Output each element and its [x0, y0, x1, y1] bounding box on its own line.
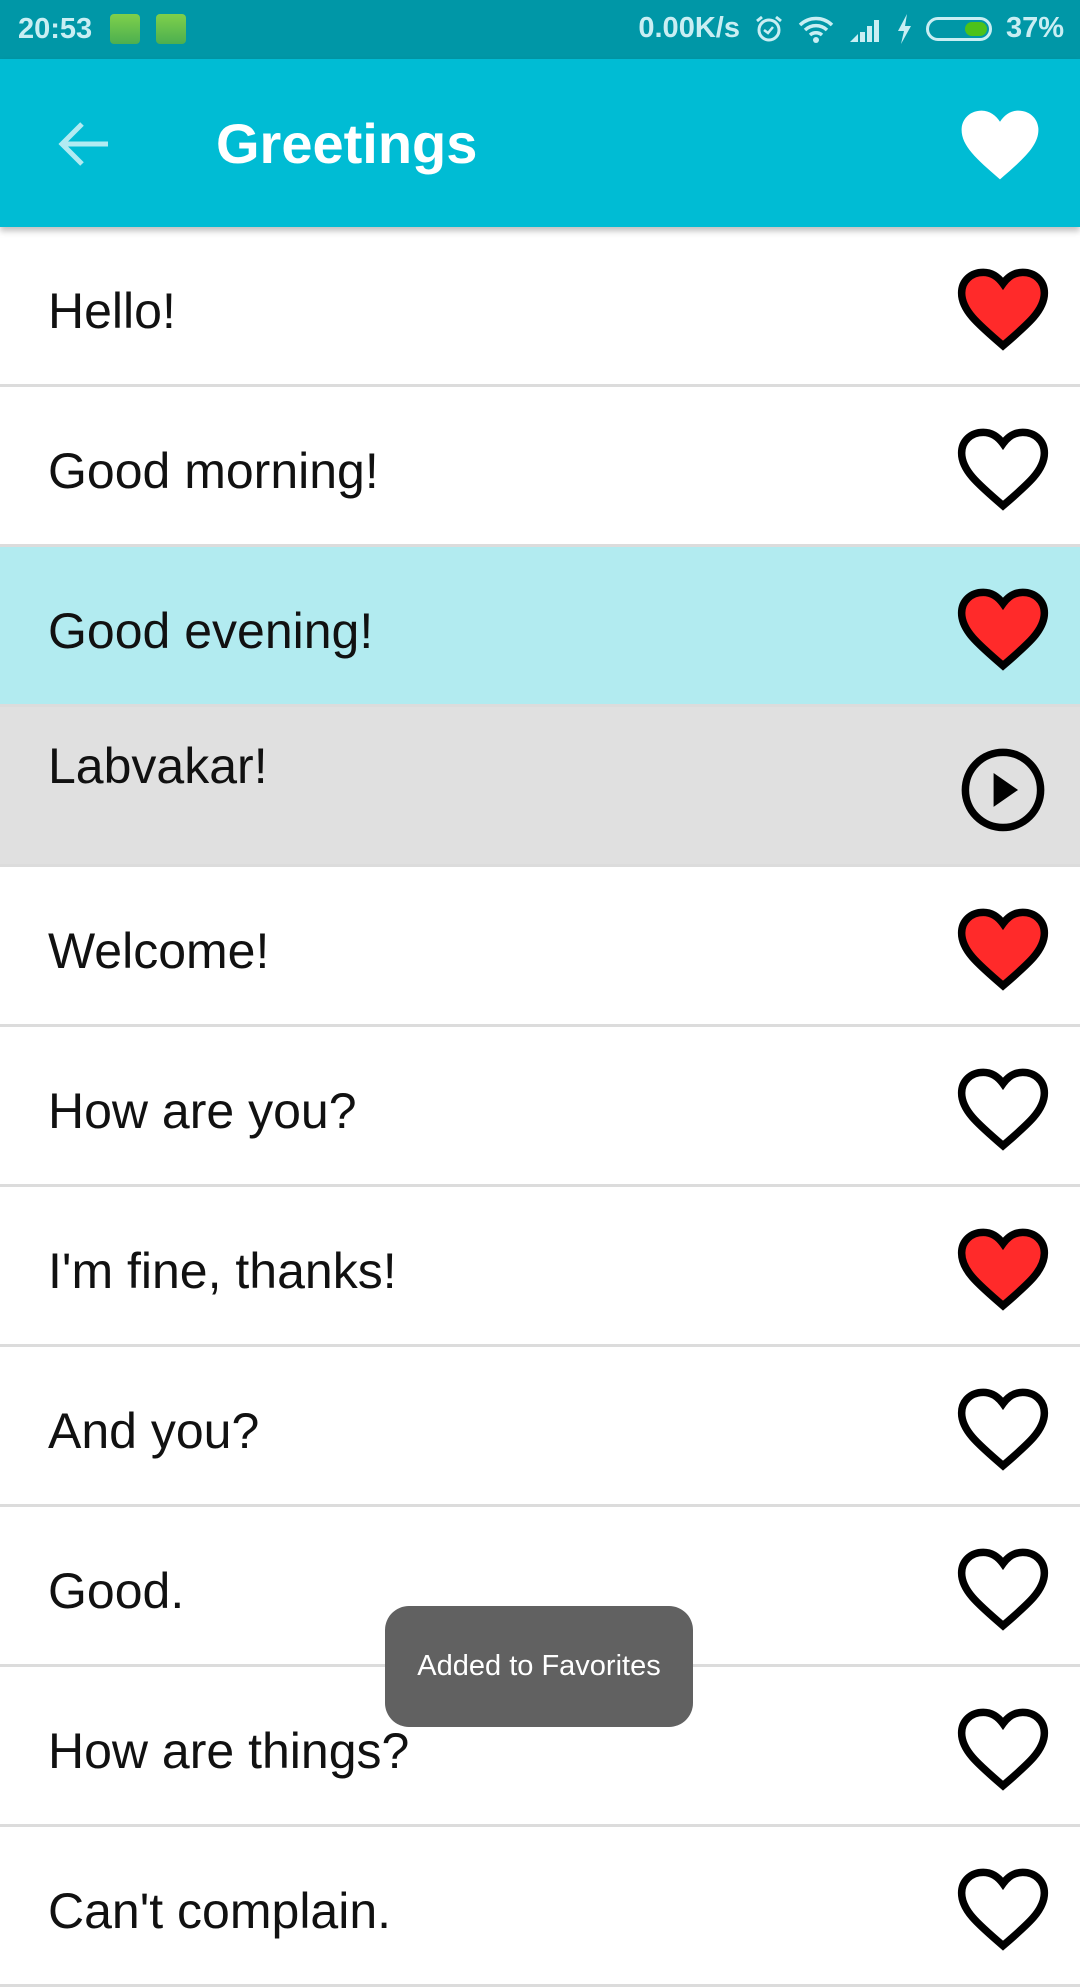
charging-icon: [897, 13, 911, 44]
alarm-icon: [756, 15, 782, 41]
list-item[interactable]: Hello!: [0, 227, 1080, 387]
phrase-label: Welcome!: [48, 923, 270, 979]
phrase-label: And you?: [48, 1403, 260, 1459]
favorites-heart-icon[interactable]: [960, 107, 1040, 183]
phrase-label: Good.: [48, 1563, 185, 1619]
phrase-label: Good evening!: [48, 603, 374, 659]
list-item[interactable]: And you?: [0, 1347, 1080, 1507]
net-speed: 0.00K/s: [638, 12, 740, 44]
heart-outline-icon[interactable]: [956, 1065, 1050, 1153]
list-item[interactable]: Good morning!: [0, 387, 1080, 547]
toast-text: Added to Favorites: [417, 1650, 661, 1682]
phrase-label: Good morning!: [48, 443, 379, 499]
list-item[interactable]: Good evening!: [0, 547, 1080, 707]
heart-outline-icon[interactable]: [956, 1705, 1050, 1793]
status-bar: 20:53 0.00K/s 37%: [0, 0, 1080, 59]
list-item[interactable]: How are you?: [0, 1027, 1080, 1187]
heart-outline-icon[interactable]: [956, 1385, 1050, 1473]
wifi-icon: [798, 16, 834, 43]
heart-filled-icon[interactable]: [956, 1225, 1050, 1313]
phrase-label: I'm fine, thanks!: [48, 1243, 397, 1299]
phrase-label: How are things?: [48, 1723, 410, 1779]
heart-outline-icon[interactable]: [956, 1865, 1050, 1953]
list-item[interactable]: I'm fine, thanks!: [0, 1187, 1080, 1347]
list-item[interactable]: Welcome!: [0, 867, 1080, 1027]
battery-icon: [925, 16, 992, 41]
list-item[interactable]: Labvakar!: [0, 707, 1080, 867]
list-item[interactable]: Can't complain.: [0, 1827, 1080, 1987]
signal-icon: [849, 19, 879, 42]
battery-percent: 37%: [1005, 12, 1064, 44]
phrase-label: Labvakar!: [48, 738, 268, 794]
phrase-label: Hello!: [48, 283, 176, 339]
battery-saver-icon: [110, 14, 140, 44]
heart-outline-icon[interactable]: [956, 1545, 1050, 1633]
app-bar: Greetings: [0, 59, 1080, 227]
android-app-icon: [156, 14, 186, 44]
heart-filled-icon[interactable]: [956, 905, 1050, 993]
arrow-back-icon[interactable]: [56, 119, 112, 169]
phrase-label: How are you?: [48, 1083, 357, 1139]
heart-filled-icon[interactable]: [956, 265, 1050, 353]
heart-filled-icon[interactable]: [956, 585, 1050, 673]
page-title: Greetings: [216, 112, 478, 175]
toast-message: Added to Favorites: [385, 1606, 693, 1727]
play-icon[interactable]: [956, 745, 1050, 833]
status-time: 20:53: [18, 13, 93, 45]
heart-outline-icon[interactable]: [956, 425, 1050, 513]
phrase-label: Can't complain.: [48, 1883, 392, 1939]
